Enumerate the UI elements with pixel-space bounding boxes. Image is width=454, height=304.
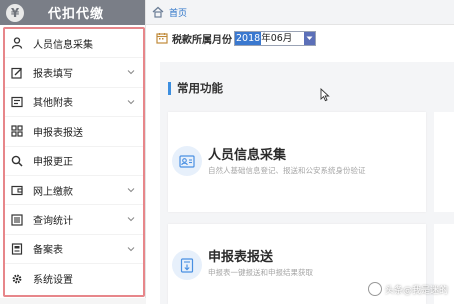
sidebar-item-label: 其他附表 [33, 98, 73, 110]
top-bar: 首页 [146, 0, 454, 25]
form-icon [11, 96, 23, 108]
app-title: 代扣代缴 [48, 7, 105, 22]
section-title: 常用功能 [177, 81, 223, 95]
grid-icon [11, 125, 23, 137]
document-icon [11, 243, 23, 255]
sidebar-item-label: 网上缴款 [33, 186, 73, 198]
watermark-logo-icon [367, 282, 382, 296]
section-accent-bar [168, 81, 171, 95]
sidebar-menu: 人员信息采集 报表填写 其他附表 申报表报送 申报更正 网上缴款 查询统计 备案… [3, 27, 145, 297]
sidebar-item-label: 报表填写 [33, 69, 73, 81]
sidebar-item-label: 备案表 [33, 245, 63, 257]
sidebar-item-label: 查询统计 [33, 216, 73, 228]
search-icon [11, 155, 23, 167]
card-title: 人员信息采集 [208, 148, 287, 163]
chevron-down-icon [127, 99, 135, 104]
sidebar-item-system-settings[interactable]: 系统设置 [5, 264, 143, 293]
month-year-value: 2018 [235, 31, 262, 45]
chevron-down-icon [127, 217, 135, 222]
sidebar-item-online-payment[interactable]: 网上缴款 [5, 176, 143, 206]
sidebar-item-query-stats[interactable]: 查询统计 [5, 205, 143, 235]
watermark-text: 头条@我是迷的 [384, 285, 448, 296]
tax-month-select[interactable]: 2018 年06月 [234, 30, 316, 46]
logo-bar: ¥ 代扣代缴 [0, 0, 145, 25]
sidebar-item-label: 系统设置 [33, 275, 73, 287]
logo-icon: ¥ [6, 3, 24, 22]
upload-form-icon [172, 250, 202, 280]
card-partial-right[interactable] [434, 112, 454, 212]
tax-month-label: 税款所属月份 [172, 34, 232, 46]
sidebar-item-label: 申报表报送 [33, 127, 83, 139]
sidebar-item-other-schedules[interactable]: 其他附表 [5, 88, 143, 118]
chevron-down-icon [127, 246, 135, 251]
sidebar-item-declaration-submit[interactable]: 申报表报送 [5, 117, 143, 147]
card-description: 申报表一键报送和申报结果获取 [208, 268, 313, 277]
list-icon [11, 213, 23, 226]
sidebar-item-label: 人员信息采集 [33, 39, 93, 51]
card-description: 自然人基础信息登记、报送和公安系统身份验证 [208, 166, 366, 175]
dropdown-arrow-icon[interactable] [304, 31, 315, 45]
card-title: 申报表报送 [208, 250, 274, 265]
mouse-cursor-icon [320, 88, 330, 102]
sidebar-item-personnel-info[interactable]: 人员信息采集 [5, 29, 143, 59]
wallet-icon [11, 184, 23, 196]
calendar-icon [156, 33, 168, 44]
watermark: 头条@我是迷的 [367, 282, 448, 296]
month-month-value: 年06月 [261, 32, 293, 44]
sidebar-footer [0, 298, 146, 304]
person-icon [11, 37, 23, 49]
card-personnel-info[interactable]: 人员信息采集 自然人基础信息登记、报送和公安系统身份验证 [168, 112, 426, 212]
section-common-functions: 常用功能 [168, 80, 223, 96]
tax-month-filter: 税款所属月份 2018 年06月 [156, 30, 316, 46]
chevron-down-icon [127, 70, 135, 75]
chevron-down-icon [127, 188, 135, 193]
sidebar: ¥ 代扣代缴 人员信息采集 报表填写 其他附表 申报表报送 申报更正 网上缴款 … [0, 0, 146, 304]
edit-icon [11, 67, 23, 79]
id-card-icon [172, 146, 202, 176]
breadcrumb[interactable]: 首页 [169, 6, 187, 19]
sidebar-item-declaration-correct[interactable]: 申报更正 [5, 147, 143, 176]
home-icon[interactable] [152, 6, 164, 18]
sidebar-item-filing-form[interactable]: 备案表 [5, 235, 143, 265]
sidebar-item-report-fill[interactable]: 报表填写 [5, 58, 143, 88]
gear-icon [11, 273, 23, 285]
sidebar-item-label: 申报更正 [33, 157, 73, 169]
